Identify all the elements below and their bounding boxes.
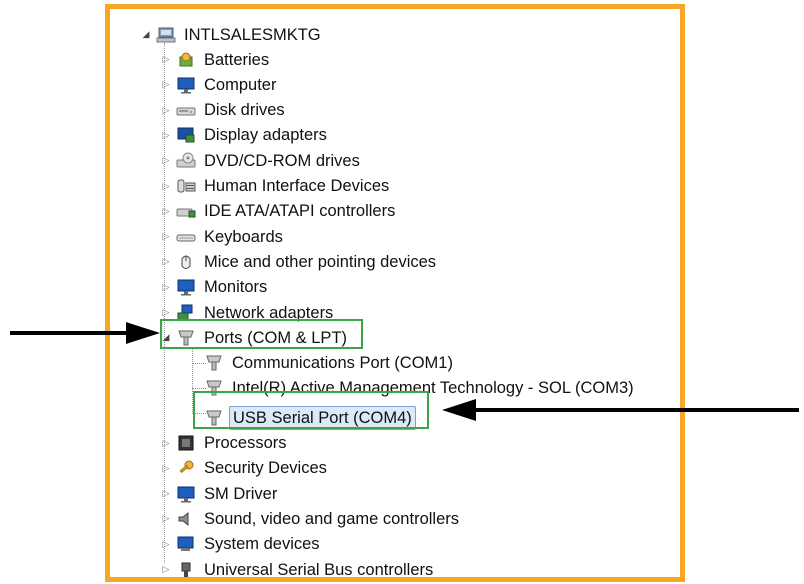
tree-item-label: Processors — [204, 434, 287, 452]
tree-item-label: SM Driver — [204, 484, 278, 503]
expand-arrow-icon[interactable]: ▷ — [160, 104, 172, 116]
expand-arrow-icon[interactable]: ▷ — [160, 462, 172, 474]
expand-arrow-icon[interactable]: ▷ — [160, 79, 172, 91]
system-devices-icon — [176, 535, 196, 553]
tree-item-monitors[interactable]: ▷ Monitors — [160, 275, 270, 300]
expand-arrow-icon[interactable]: ▷ — [160, 231, 172, 243]
tree-item-label: DVD/CD-ROM drives — [204, 151, 360, 170]
tree-item-batteries[interactable]: ▷ Batteries — [160, 47, 272, 72]
computer-root-icon — [156, 26, 176, 44]
usb-serial-highlight-box — [193, 391, 429, 429]
dvd-drive-icon — [176, 152, 196, 170]
tree-item-universal-serial-bus-controllers[interactable]: ▷ Universal Serial Bus controllers — [160, 557, 436, 582]
tree-item-label: Mice and other pointing devices — [204, 252, 437, 271]
tree-item-label: INTLSALESMKTG — [184, 25, 321, 44]
tree-item-label: Disk drives — [204, 101, 285, 120]
tree-item-human-interface-devices[interactable]: ▷ Human Interface Devices — [160, 174, 392, 199]
tree-item-label: Communications Port (COM1) — [232, 354, 453, 373]
speaker-icon — [176, 510, 196, 528]
tree-item-system-devices[interactable]: ▷ System devices — [160, 532, 323, 557]
ports-highlight-box — [160, 319, 363, 349]
tree-item-display-adapters[interactable]: ▷ Display adapters — [160, 123, 330, 148]
expand-arrow-icon[interactable]: ▷ — [160, 307, 172, 319]
device-tree-frame: ◢ INTLSALESMKTG ▷ Batteries ▷ Computer ▷ Disk d… — [105, 4, 685, 582]
expand-arrow-icon[interactable]: ▷ — [160, 256, 172, 268]
expand-arrow-icon[interactable]: ▷ — [160, 129, 172, 141]
tree-item-label: Universal Serial Bus controllers — [204, 560, 434, 579]
expand-arrow-icon[interactable]: ▷ — [160, 155, 172, 167]
expand-arrow-icon[interactable]: ▷ — [160, 437, 172, 449]
display-adapter-icon — [176, 126, 196, 144]
tree-item-label: Keyboards — [204, 227, 283, 246]
battery-icon — [176, 51, 196, 69]
tree-item-label: Computer — [204, 75, 277, 94]
expand-arrow-icon[interactable]: ▷ — [160, 180, 172, 192]
ide-controller-icon — [176, 202, 196, 220]
processor-icon — [176, 434, 196, 452]
tree-item-processors[interactable]: ▷ Processors — [160, 431, 290, 456]
tree-item-sm-driver[interactable]: ▷ SM Driver — [160, 481, 280, 506]
tree-item-label: Human Interface Devices — [204, 177, 390, 195]
expand-arrow-icon[interactable]: ▷ — [160, 564, 172, 576]
tree-item-label: Display adapters — [204, 126, 327, 145]
hid-icon — [176, 177, 196, 195]
tree-item-security-devices[interactable]: ▷ Security Devices — [160, 456, 330, 481]
monitor-icon — [176, 278, 196, 296]
expand-arrow-icon[interactable]: ▷ — [160, 513, 172, 525]
port-icon — [204, 354, 224, 372]
device-tree: ◢ INTLSALESMKTG ▷ Batteries ▷ Computer ▷ Disk d… — [110, 9, 680, 579]
security-key-icon — [176, 459, 196, 477]
expand-arrow-icon[interactable]: ▷ — [160, 205, 172, 217]
tree-item-label: Monitors — [204, 278, 268, 297]
tree-item-communications-port-com1[interactable]: Communications Port (COM1) — [200, 351, 456, 376]
tree-item-disk-drives[interactable]: ▷ Disk drives — [160, 98, 288, 123]
expand-arrow-icon[interactable]: ▷ — [160, 538, 172, 550]
collapse-arrow-icon[interactable]: ◢ — [140, 29, 152, 41]
tree-item-keyboards[interactable]: ▷ Keyboards — [160, 224, 286, 249]
expand-arrow-icon[interactable]: ▷ — [160, 281, 172, 293]
monitor-icon — [176, 76, 196, 94]
monitor-icon — [176, 485, 196, 503]
tree-root-item[interactable]: ◢ INTLSALESMKTG — [140, 22, 324, 47]
tree-item-label: Security Devices — [204, 459, 327, 478]
tree-item-label: System devices — [204, 535, 320, 554]
tree-item-dvd-cd-rom-drives[interactable]: ▷ DVD/CD-ROM drives — [160, 148, 363, 173]
expand-arrow-icon[interactable]: ▷ — [160, 488, 172, 500]
tree-item-label: IDE ATA/ATAPI controllers — [204, 202, 396, 221]
tree-item-ide-ata-atapi-controllers[interactable]: ▷ IDE ATA/ATAPI controllers — [160, 199, 398, 224]
tree-item-label: Batteries — [204, 50, 270, 69]
expand-arrow-icon[interactable]: ▷ — [160, 54, 172, 66]
mouse-icon — [176, 253, 196, 271]
tree-item-mice-and-other-pointing-devices[interactable]: ▷ Mice and other pointing devices — [160, 249, 439, 274]
disk-drive-icon — [176, 101, 196, 119]
usb-icon — [176, 561, 196, 579]
tree-item-sound-video-and-game-controllers[interactable]: ▷ Sound, video and game controllers — [160, 506, 462, 531]
tree-item-computer[interactable]: ▷ Computer — [160, 72, 279, 97]
keyboard-icon — [176, 228, 196, 246]
tree-item-label: Sound, video and game controllers — [204, 509, 459, 528]
